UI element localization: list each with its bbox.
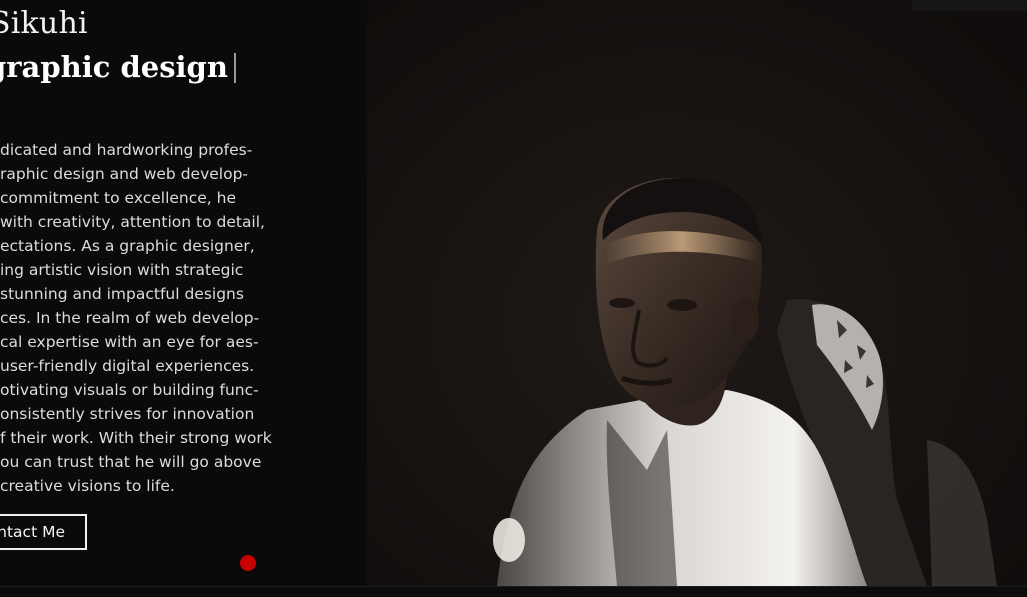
hero-name: Sikuhi — [0, 6, 88, 41]
header-bar-fragment — [912, 0, 1027, 11]
bio-line: creative visions to life. — [0, 477, 175, 495]
bio-line: ces. In the realm of web develop- — [0, 309, 260, 327]
bio-line: otivating visuals or building func- — [0, 381, 259, 399]
hero-text-panel: Sikuhi graphic design dicated and hardwo… — [0, 0, 367, 597]
bio-line: onsistently strives for innovation — [0, 405, 255, 423]
hero-role: graphic design — [0, 50, 236, 84]
page-bottom-strip — [0, 586, 1027, 597]
bio-line: ectations. As a graphic designer, — [0, 237, 255, 255]
portrait-photo — [367, 0, 1027, 586]
contact-me-button[interactable]: ntact Me — [0, 514, 87, 550]
bio-line: stunning and impactful designs — [0, 285, 244, 303]
portfolio-page: Sikuhi graphic design dicated and hardwo… — [0, 0, 1027, 597]
portrait-illustration — [367, 0, 1027, 586]
typing-cursor — [233, 53, 236, 83]
bio-line: user-friendly digital experiences. — [0, 357, 255, 375]
bio-line: dicated and hardworking profes- — [0, 141, 253, 159]
bio-line: with creativity, attention to detail, — [0, 213, 265, 231]
bio-line: raphic design and web develop- — [0, 165, 249, 183]
bio-paragraph: dicated and hardworking profes- raphic d… — [0, 138, 272, 498]
hero-role-text: graphic design — [0, 50, 228, 84]
bio-line: ing artistic vision with strategic — [0, 261, 244, 279]
bio-line: ou can trust that he will go above — [0, 453, 262, 471]
bio-line: f their work. With their strong work — [0, 429, 272, 447]
red-dot-indicator — [240, 555, 256, 571]
bio-line: cal expertise with an eye for aes- — [0, 333, 259, 351]
bio-line: commitment to excellence, he — [0, 189, 237, 207]
